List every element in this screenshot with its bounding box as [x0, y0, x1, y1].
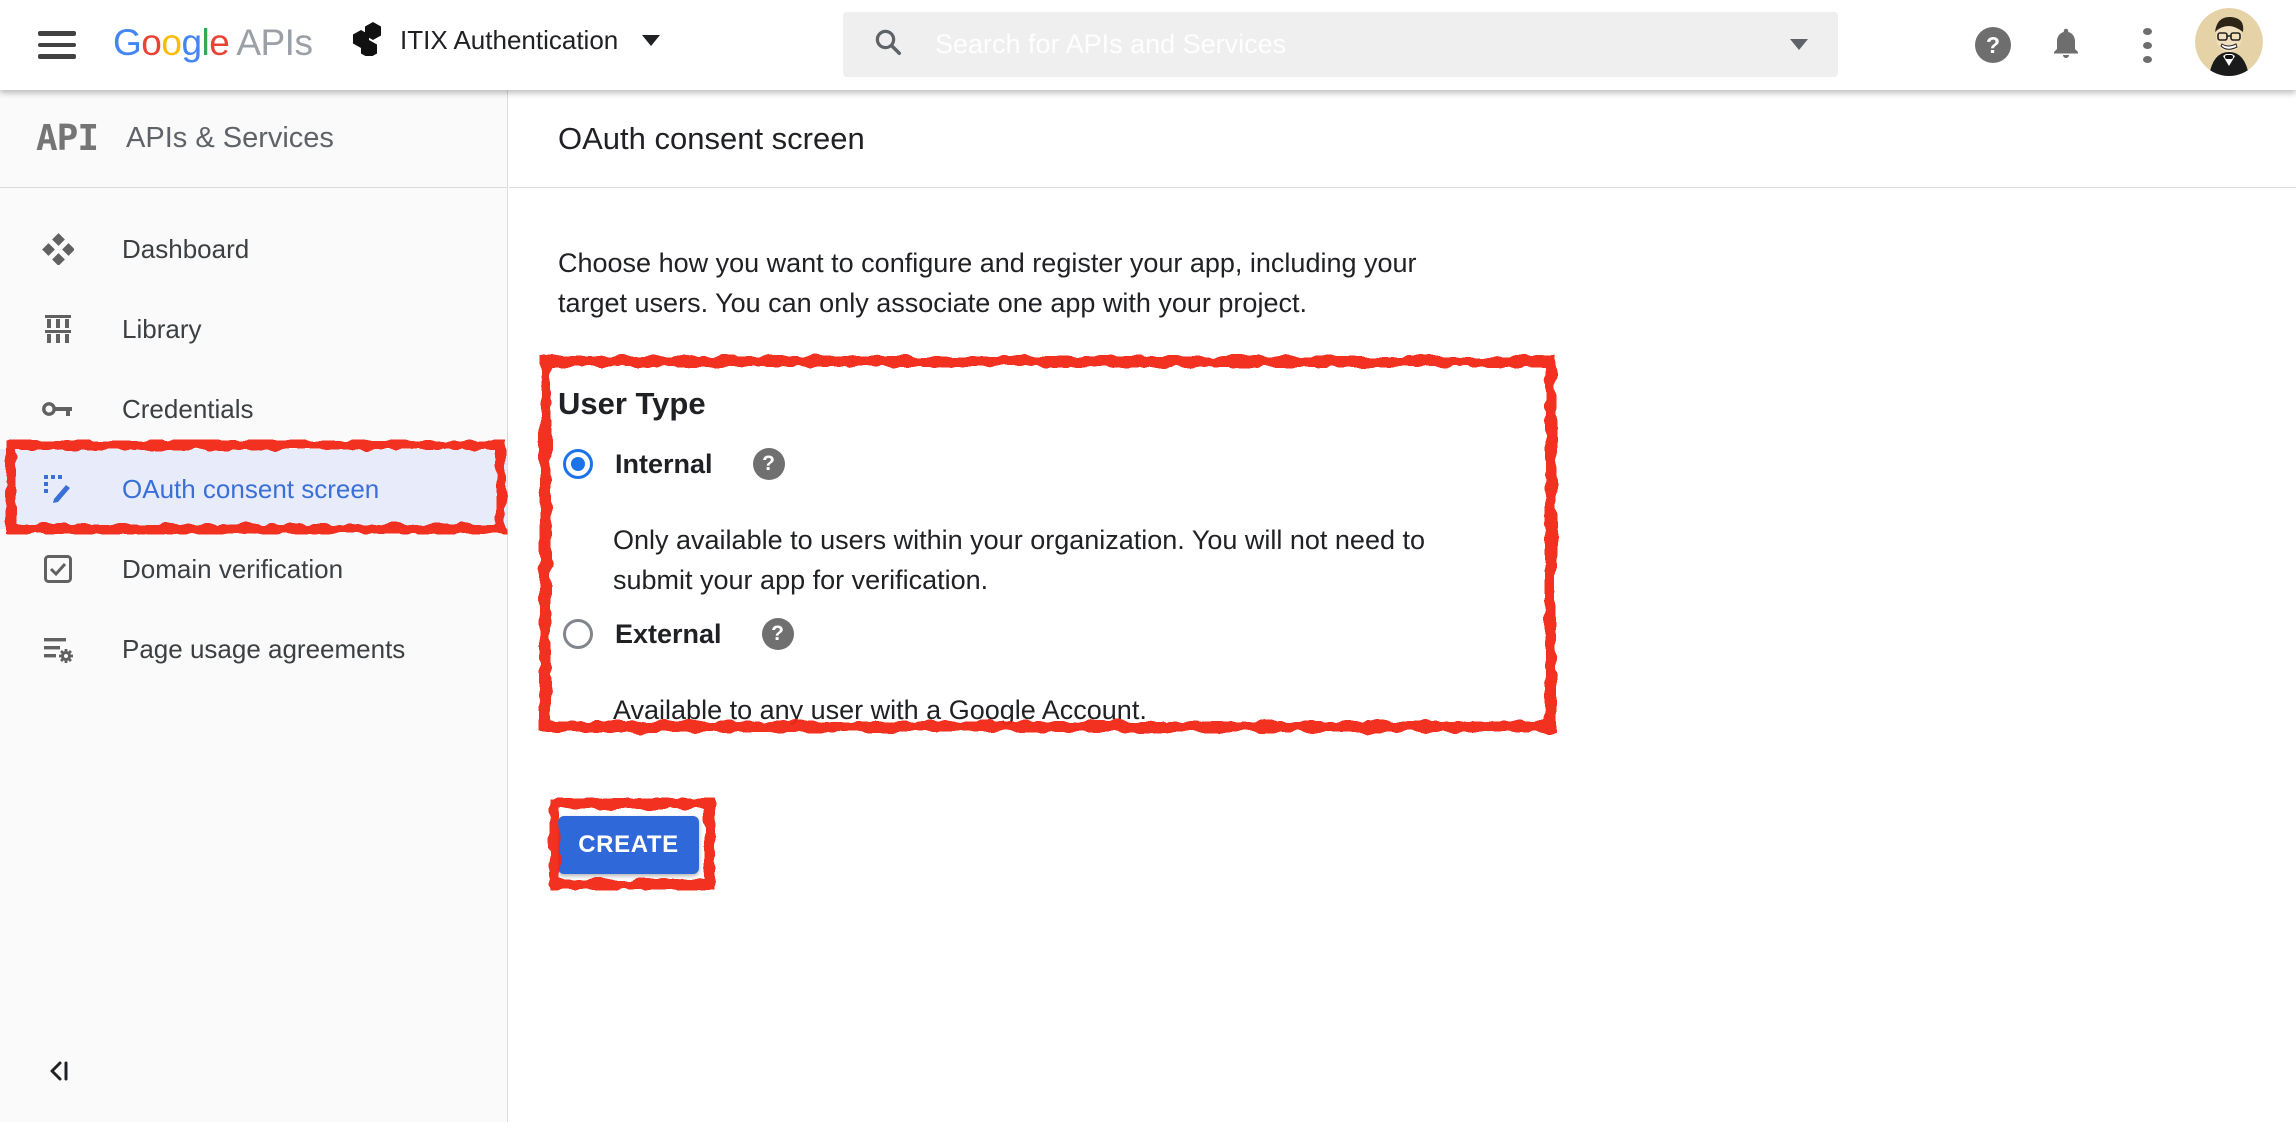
- logo-suffix: APIs: [236, 22, 312, 63]
- search-bar[interactable]: [843, 12, 1838, 77]
- page-title: OAuth consent screen: [558, 121, 865, 157]
- internal-help-icon[interactable]: ?: [753, 448, 785, 480]
- list-gear-icon: [40, 634, 76, 664]
- internal-description: Only available to users within your orga…: [613, 520, 1425, 600]
- search-input[interactable]: [935, 29, 1790, 60]
- internal-option-row: Internal ?: [563, 448, 785, 480]
- api-product-logo: API: [36, 118, 98, 159]
- menu-icon: [38, 31, 76, 36]
- internal-label: Internal: [615, 449, 713, 480]
- library-icon: [40, 313, 76, 345]
- collapse-sidebar-button[interactable]: [46, 1055, 78, 1092]
- search-options-chevron-icon[interactable]: [1790, 39, 1808, 50]
- avatar[interactable]: [2195, 8, 2263, 76]
- notifications-button[interactable]: [2045, 24, 2087, 66]
- sidebar-item-domain-verification[interactable]: Domain verification: [0, 529, 507, 609]
- avatar-image: [2195, 8, 2263, 76]
- bell-icon: [2048, 25, 2084, 66]
- project-name: ITIX Authentication: [400, 25, 618, 56]
- sidebar-header: API APIs & Services: [0, 90, 507, 188]
- sidebar-item-oauth-consent-screen[interactable]: OAuth consent screen: [0, 449, 507, 529]
- google-logo-text: Google: [113, 22, 229, 63]
- consent-screen-icon: [40, 473, 76, 505]
- main-content: OAuth consent screen Choose how you want…: [509, 90, 2296, 1122]
- page: GoogleAPIs ITIX Authentication ?: [0, 0, 2296, 1122]
- sidebar-item-library[interactable]: Library: [0, 289, 507, 369]
- google-apis-logo: GoogleAPIs: [113, 22, 312, 64]
- sidebar-item-page-usage-agreements[interactable]: Page usage agreements: [0, 609, 507, 689]
- hamburger-menu-button[interactable]: [38, 31, 78, 59]
- project-selector[interactable]: ITIX Authentication: [352, 20, 660, 61]
- external-option-row: External ?: [563, 618, 794, 650]
- internal-radio-button[interactable]: [563, 449, 593, 479]
- page-header: OAuth consent screen: [509, 90, 2296, 188]
- sidebar-title: APIs & Services: [126, 122, 334, 155]
- kebab-icon: [2143, 28, 2152, 35]
- create-button[interactable]: CREATE: [558, 816, 699, 874]
- top-app-bar: GoogleAPIs ITIX Authentication ?: [0, 0, 2296, 90]
- sidebar: API APIs & Services Dashboard: [0, 90, 508, 1122]
- dashboard-icon: [40, 233, 76, 265]
- user-type-heading: User Type: [558, 386, 706, 422]
- help-button[interactable]: ?: [1972, 24, 2014, 66]
- collapse-sidebar-icon: [46, 1055, 78, 1087]
- external-description: Available to any user with a Google Acco…: [613, 690, 1147, 730]
- key-icon: [40, 398, 76, 420]
- sidebar-item-credentials[interactable]: Credentials: [0, 369, 507, 449]
- checkbox-check-icon: [40, 554, 76, 584]
- external-help-icon[interactable]: ?: [762, 618, 794, 650]
- sidebar-item-dashboard[interactable]: Dashboard: [0, 209, 507, 289]
- external-label: External: [615, 619, 722, 650]
- help-icon: ?: [1975, 27, 2011, 63]
- intro-text: Choose how you want to configure and reg…: [558, 243, 1417, 323]
- more-options-button[interactable]: [2126, 24, 2168, 66]
- project-hexagons-icon: [352, 20, 384, 61]
- chevron-down-icon: [642, 35, 660, 46]
- external-radio-button[interactable]: [563, 619, 593, 649]
- search-icon: [873, 27, 903, 62]
